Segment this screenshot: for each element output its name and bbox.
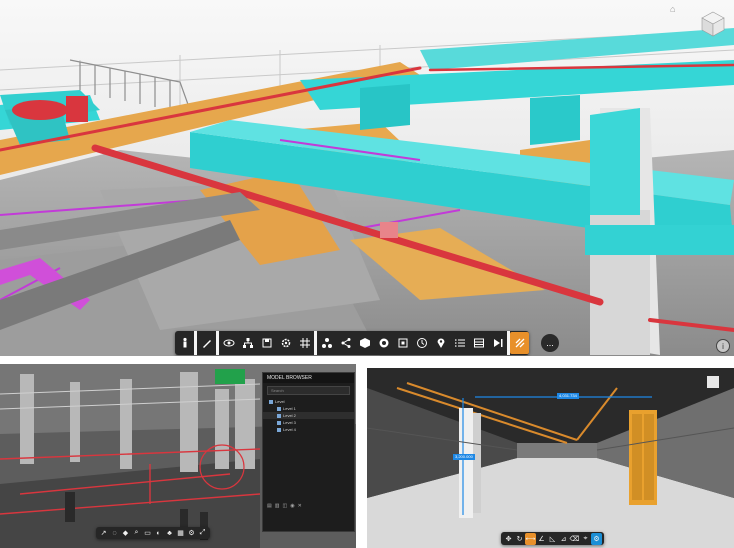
dimension-label: 3,200.000 bbox=[453, 454, 475, 460]
snap-icon[interactable]: ⌖ bbox=[580, 533, 591, 545]
main-3d-viewport[interactable]: ⌂ ... i bbox=[0, 0, 734, 356]
expand-icon[interactable]: ▤ bbox=[267, 503, 272, 509]
gear-icon[interactable] bbox=[276, 332, 295, 354]
play-icon[interactable] bbox=[488, 332, 507, 354]
dimension-label: 4,031.734 bbox=[557, 393, 579, 399]
model-browser-panel: MODEL BROWSER Search Level Level 1 Level… bbox=[262, 372, 355, 532]
measure-viewport[interactable]: 4,031.734 3,200.000 ✥ ↻ ⟷ ∠ ◺ ⊿ ⌫ ⌖ ⚙ bbox=[367, 368, 734, 548]
zoom-icon[interactable]: ⌕ bbox=[131, 528, 142, 539]
table-icon[interactable] bbox=[469, 332, 488, 354]
cube-icon[interactable] bbox=[355, 332, 374, 354]
close-icon[interactable]: ✕ bbox=[298, 503, 302, 509]
tree-node[interactable]: Level 4 bbox=[263, 426, 354, 433]
search-input[interactable]: Search bbox=[267, 386, 350, 395]
frame-icon[interactable] bbox=[393, 332, 412, 354]
info-icon[interactable]: i bbox=[716, 339, 730, 353]
panel-title: MODEL BROWSER bbox=[263, 373, 354, 383]
settings-icon[interactable]: ⚙ bbox=[591, 532, 602, 545]
measure-icon[interactable]: ↗ bbox=[98, 528, 109, 539]
secondary-toolbar: ↗ ◌ ◆ ⌕ ▭ ◐ ♣ ▦ ⚙ ⤢ bbox=[96, 527, 210, 539]
checkbox-icon[interactable] bbox=[269, 399, 273, 404]
clock-icon[interactable] bbox=[412, 332, 431, 354]
disk-icon[interactable] bbox=[257, 332, 276, 354]
orbit-icon[interactable]: ◌ bbox=[109, 528, 120, 539]
checkbox-icon[interactable] bbox=[277, 427, 281, 432]
person-icon[interactable] bbox=[175, 332, 194, 354]
pan-icon[interactable]: ◆ bbox=[120, 528, 131, 539]
explode-icon[interactable]: ◐ bbox=[153, 528, 164, 539]
tree-node[interactable]: Level 2 bbox=[263, 412, 354, 419]
checkbox-icon[interactable] bbox=[277, 413, 281, 418]
tree-node[interactable]: Level 3 bbox=[263, 419, 354, 426]
more-options-button[interactable]: ... bbox=[541, 334, 559, 352]
home-icon[interactable]: ⌂ bbox=[670, 4, 680, 14]
eye-icon[interactable] bbox=[219, 332, 238, 354]
browser-footer-actions: ▤ ▥ ◫ ◉ ✕ bbox=[267, 503, 302, 509]
settings-icon[interactable]: ⚙ bbox=[186, 528, 197, 539]
fullscreen-icon[interactable]: ⤢ bbox=[197, 528, 208, 539]
collapse-icon[interactable]: ▥ bbox=[275, 503, 280, 509]
tree-node-root[interactable]: Level bbox=[263, 398, 354, 405]
bim-icon[interactable] bbox=[510, 332, 529, 354]
corridor-scene bbox=[367, 368, 734, 548]
measure-toolbar: ✥ ↻ ⟷ ∠ ◺ ⊿ ⌫ ⌖ ⚙ bbox=[501, 532, 604, 545]
checkbox-icon[interactable] bbox=[277, 420, 281, 425]
tree-icon[interactable]: ♣ bbox=[164, 528, 175, 539]
angle-icon[interactable]: ∠ bbox=[536, 533, 547, 545]
view-cube-icon[interactable] bbox=[700, 10, 726, 38]
clear-icon[interactable]: ⌫ bbox=[569, 533, 580, 545]
calibrate-icon[interactable]: ⊿ bbox=[558, 533, 569, 545]
camera-icon[interactable] bbox=[374, 332, 393, 354]
area-icon[interactable]: ◺ bbox=[547, 533, 558, 545]
hierarchy-icon[interactable] bbox=[238, 332, 257, 354]
main-toolbar bbox=[175, 331, 529, 355]
checkbox-icon[interactable] bbox=[277, 406, 281, 411]
layers-icon[interactable]: ▦ bbox=[175, 528, 186, 539]
move-icon[interactable]: ✥ bbox=[503, 533, 514, 545]
model-browser-viewport[interactable]: MODEL BROWSER Search Level Level 1 Level… bbox=[0, 364, 356, 548]
grid-icon[interactable] bbox=[295, 332, 314, 354]
distance-icon[interactable]: ⟷ bbox=[525, 532, 536, 545]
share-icon[interactable] bbox=[336, 332, 355, 354]
isolate-icon[interactable]: ◫ bbox=[282, 503, 287, 509]
visibility-icon[interactable]: ◉ bbox=[290, 503, 294, 509]
redo-icon[interactable]: ↻ bbox=[514, 533, 525, 545]
tree-icon[interactable] bbox=[317, 332, 336, 354]
list-icon[interactable] bbox=[450, 332, 469, 354]
main-scene bbox=[0, 0, 734, 356]
section-icon[interactable]: ▭ bbox=[142, 528, 153, 539]
pin-icon[interactable] bbox=[431, 332, 450, 354]
pen-icon[interactable] bbox=[197, 332, 216, 354]
tree-node[interactable]: Level 1 bbox=[263, 405, 354, 412]
